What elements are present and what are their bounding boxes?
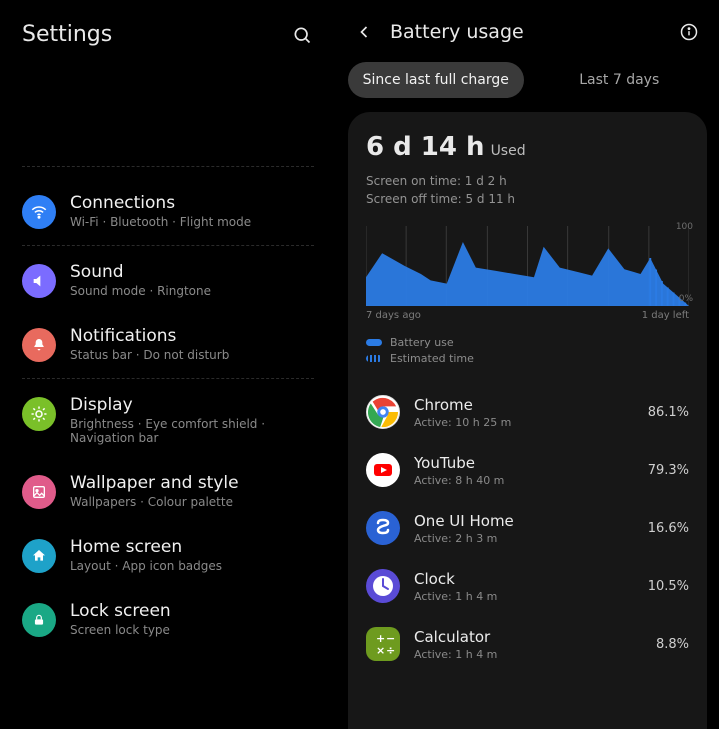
- settings-header-spacer: [22, 57, 314, 167]
- app-percent: 10.5%: [648, 579, 689, 594]
- settings-item-sub: Screen lock type: [70, 623, 171, 637]
- screen-on-time: Screen on time: 1 d 2 h: [366, 172, 689, 190]
- battery-card: 6 d 14 h Used Screen on time: 1 d 2 h Sc…: [348, 112, 707, 729]
- settings-item-connections[interactable]: Connections Wi-Fi · Bluetooth · Flight mo…: [18, 179, 318, 243]
- settings-item-sub: Wi-Fi · Bluetooth · Flight mode: [70, 215, 251, 229]
- app-icon: [366, 453, 400, 487]
- screen-time-block: Screen on time: 1 d 2 h Screen off time:…: [366, 172, 689, 208]
- settings-item-sub: Sound mode · Ringtone: [70, 284, 211, 298]
- settings-divider: [22, 245, 314, 246]
- x-right: 1 day left: [642, 310, 689, 321]
- settings-item-title: Lock screen: [70, 601, 171, 621]
- home-icon: [22, 539, 56, 573]
- speaker-icon: [22, 264, 56, 298]
- battery-chart[interactable]: 100 0% 7 days ago 1 day: [366, 226, 689, 326]
- svg-text:÷: ÷: [386, 644, 395, 657]
- app-row-calculator[interactable]: +−×÷ Calculator Active: 1 h 4 m 8.8%: [366, 615, 689, 673]
- settings-item-sound[interactable]: Sound Sound mode · Ringtone: [18, 248, 318, 312]
- app-active-time: Active: 2 h 3 m: [414, 532, 634, 545]
- app-row-chrome[interactable]: Chrome Active: 10 h 25 m 86.1%: [366, 383, 689, 441]
- settings-item-display[interactable]: DisplayBrightness · Eye comfort shield ·…: [18, 381, 318, 459]
- settings-item-title: Home screen: [70, 537, 222, 557]
- settings-item-sub: Status bar · Do not disturb: [70, 348, 229, 362]
- legend-swatch-estimated: [366, 355, 382, 362]
- usage-suffix: Used: [491, 143, 526, 159]
- info-icon[interactable]: [677, 20, 701, 44]
- app-percent: 8.8%: [656, 637, 689, 652]
- bell-icon: [22, 328, 56, 362]
- legend-battery: Battery use: [390, 336, 454, 349]
- screen-off-time: Screen off time: 5 d 11 h: [366, 190, 689, 208]
- wallpaper-icon: [22, 475, 56, 509]
- settings-divider: [22, 378, 314, 379]
- chart-x-labels: 7 days ago 1 day left: [366, 310, 689, 321]
- legend-swatch-battery: [366, 339, 382, 346]
- app-name: Clock: [414, 570, 634, 588]
- back-icon[interactable]: [352, 20, 376, 44]
- settings-item-title: Sound: [70, 262, 211, 282]
- app-active-time: Active: 1 h 4 m: [414, 590, 634, 603]
- settings-pane: Settings Connections Wi-Fi · Bluetooth · …: [0, 0, 336, 729]
- settings-list: Connections Wi-Fi · Bluetooth · Flight mo…: [18, 179, 318, 651]
- app-name: YouTube: [414, 454, 634, 472]
- settings-item-notifications[interactable]: Notifications Status bar · Do not disturb: [18, 312, 318, 376]
- app-usage-list: Chrome Active: 10 h 25 m 86.1% YouTube Activ…: [366, 383, 689, 673]
- tab-last7days[interactable]: Last 7 days: [532, 62, 708, 98]
- settings-item-sub: Wallpapers · Colour palette: [70, 495, 239, 509]
- chart-legend: Battery use Estimated time: [366, 336, 689, 365]
- app-percent: 16.6%: [648, 521, 689, 536]
- settings-item-sub: Layout · App icon badges: [70, 559, 222, 573]
- x-left: 7 days ago: [366, 310, 421, 321]
- lock-icon: [22, 603, 56, 637]
- settings-header: Settings: [18, 18, 318, 57]
- app-name: Calculator: [414, 628, 642, 646]
- usage-summary: 6 d 14 h Used: [366, 132, 689, 162]
- usage-duration: 6 d 14 h: [366, 132, 485, 162]
- app-row-clock[interactable]: Clock Active: 1 h 4 m 10.5%: [366, 557, 689, 615]
- app-active-time: Active: 1 h 4 m: [414, 648, 642, 661]
- app-percent: 79.3%: [648, 463, 689, 478]
- app-icon: [366, 569, 400, 603]
- settings-title: Settings: [22, 22, 112, 47]
- settings-item-title: Display: [70, 395, 314, 415]
- app-name: Chrome: [414, 396, 634, 414]
- search-icon[interactable]: [290, 23, 314, 47]
- settings-item-title: Connections: [70, 193, 251, 213]
- tab-since-charge[interactable]: Since last full charge: [348, 62, 524, 98]
- battery-title: Battery usage: [390, 21, 663, 43]
- battery-pane: Battery usage Since last full charge Las…: [336, 0, 719, 729]
- settings-item-wallpaper and style[interactable]: Wallpaper and style Wallpapers · Colour p…: [18, 459, 318, 523]
- app-icon: [366, 395, 400, 429]
- app-icon: +−×÷: [366, 627, 400, 661]
- y-axis-min: 0%: [679, 294, 693, 304]
- svg-text:×: ×: [376, 644, 385, 657]
- wifi-icon: [22, 195, 56, 229]
- app-icon: [366, 511, 400, 545]
- app-row-one ui home[interactable]: One UI Home Active: 2 h 3 m 16.6%: [366, 499, 689, 557]
- battery-chart-svg: [366, 226, 689, 306]
- app-active-time: Active: 8 h 40 m: [414, 474, 634, 487]
- settings-item-title: Notifications: [70, 326, 229, 346]
- settings-item-title: Wallpaper and style: [70, 473, 239, 493]
- battery-header: Battery usage: [348, 14, 707, 56]
- y-axis-max: 100: [676, 222, 693, 232]
- settings-item-sub: Brightness · Eye comfort shield · Naviga…: [70, 417, 314, 445]
- settings-item-lock screen[interactable]: Lock screen Screen lock type: [18, 587, 318, 651]
- legend-estimated: Estimated time: [390, 352, 474, 365]
- sun-icon: [22, 397, 56, 431]
- app-percent: 86.1%: [648, 405, 689, 420]
- app-row-youtube[interactable]: YouTube Active: 8 h 40 m 79.3%: [366, 441, 689, 499]
- app-name: One UI Home: [414, 512, 634, 530]
- app-active-time: Active: 10 h 25 m: [414, 416, 634, 429]
- range-tabs: Since last full charge Last 7 days: [348, 56, 707, 112]
- settings-item-home screen[interactable]: Home screen Layout · App icon badges: [18, 523, 318, 587]
